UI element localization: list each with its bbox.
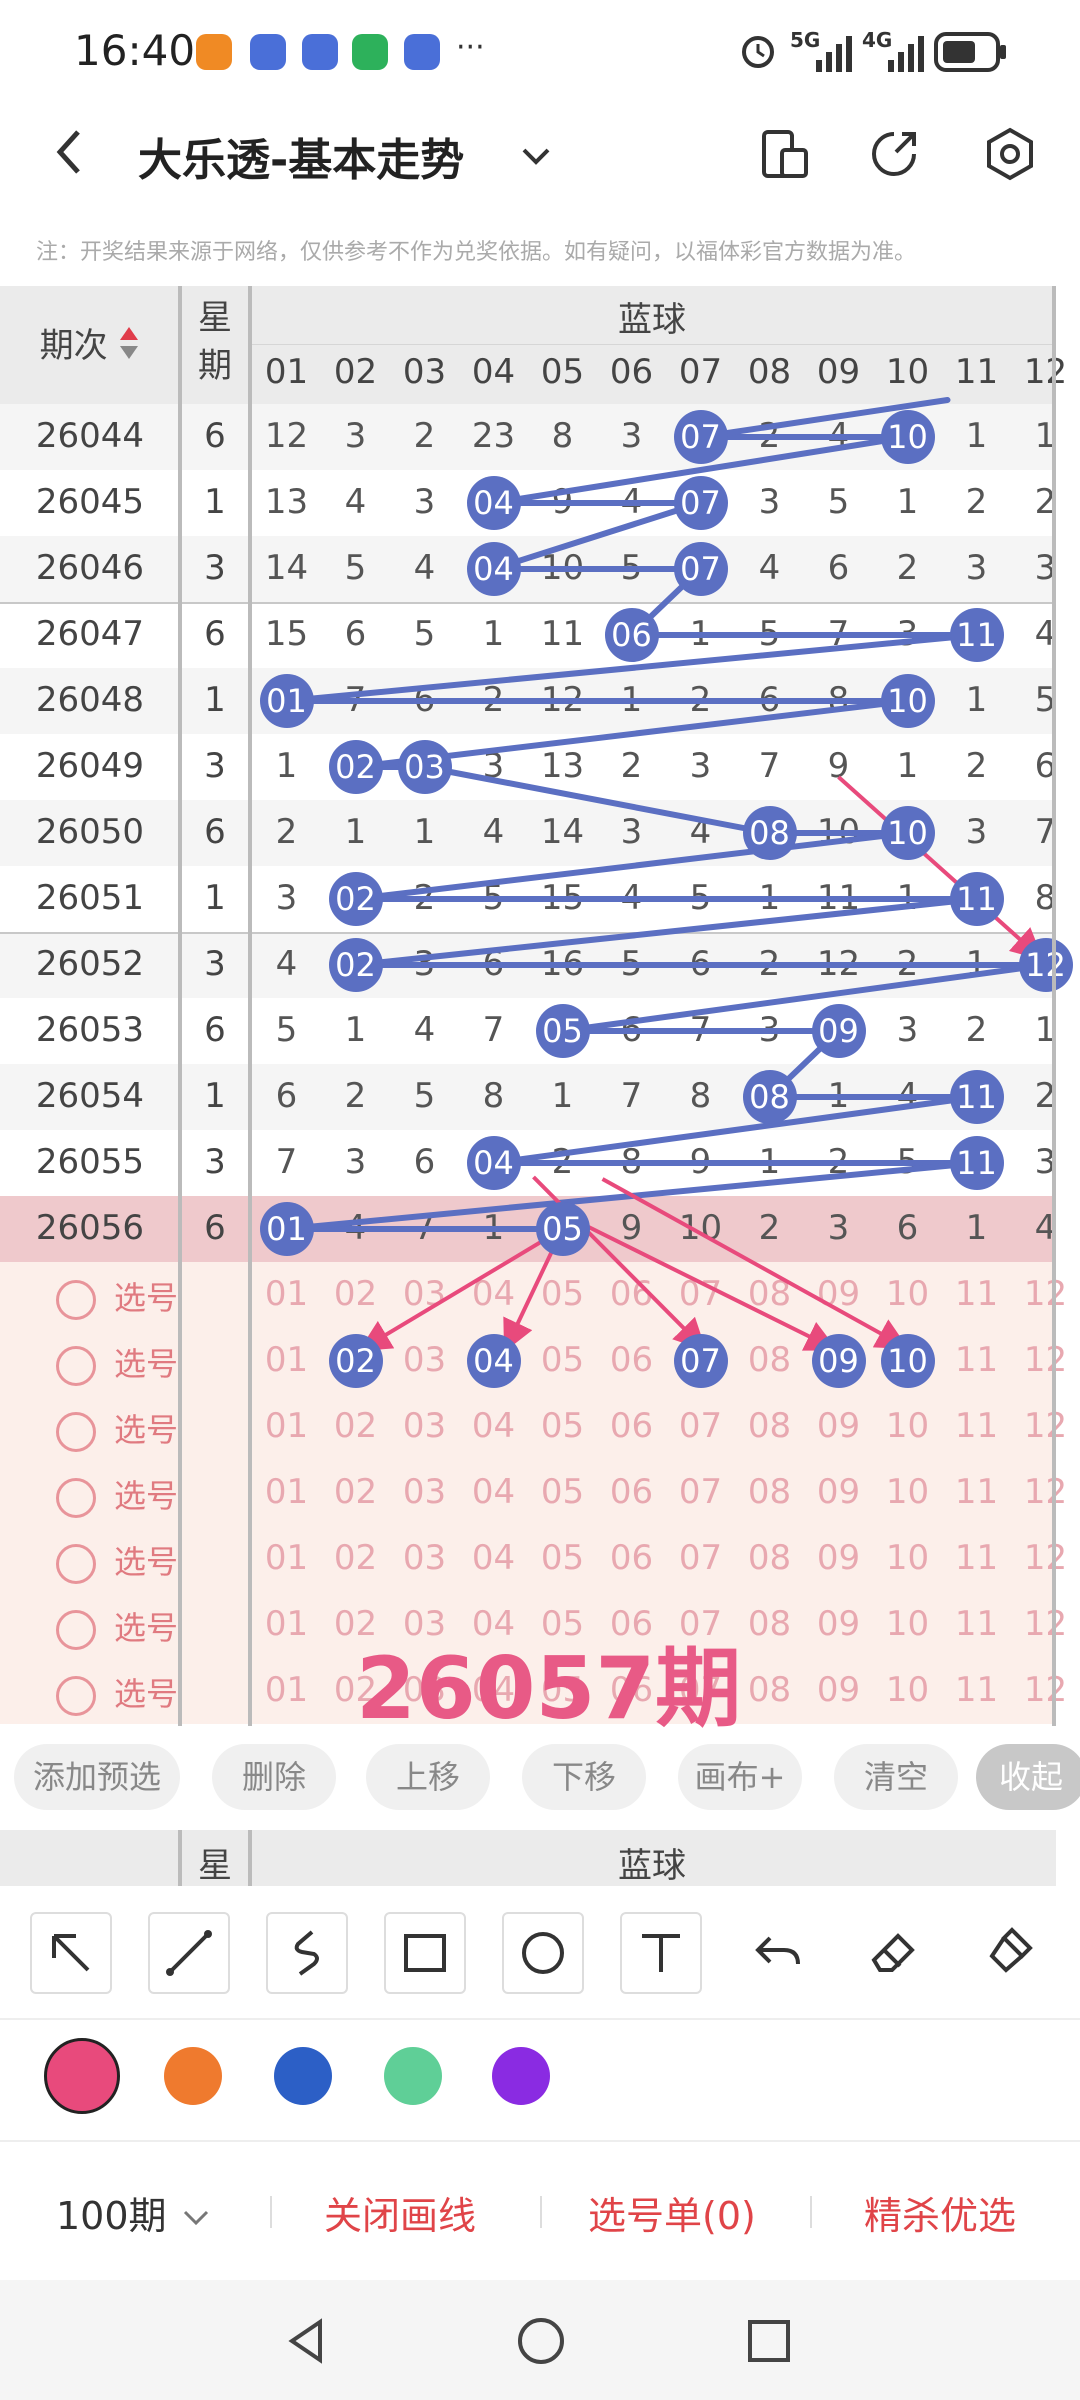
drawn-arrow xyxy=(837,775,1044,961)
drawn-ball: 07 xyxy=(673,476,728,530)
drawn-ball: 04 xyxy=(466,542,521,596)
color-swatch[interactable] xyxy=(492,2047,550,2105)
undo-tool[interactable] xyxy=(740,1912,818,1990)
column-separator xyxy=(1052,286,1056,1726)
drawn-ball: 08 xyxy=(742,806,797,860)
text-tool[interactable] xyxy=(620,1912,702,1994)
column-separator xyxy=(248,1830,252,1886)
nav-back-icon[interactable] xyxy=(280,2314,334,2372)
drawn-ball: 11 xyxy=(949,608,1004,662)
blue-ball-header: 蓝球 xyxy=(618,1846,686,1886)
action-button[interactable]: 清空 xyxy=(834,1744,958,1810)
drawn-ball: 04 xyxy=(466,1136,521,1190)
period-watermark: 26057期 xyxy=(356,1639,742,1739)
close-lines-button[interactable]: 关闭画线 xyxy=(324,2185,476,2240)
action-button[interactable]: 下移 xyxy=(522,1744,646,1810)
drawn-ball: 11 xyxy=(949,1136,1004,1190)
picked-ball[interactable]: 10 xyxy=(880,1334,935,1388)
premium-picks-button[interactable]: 精杀优选 xyxy=(864,2185,1016,2240)
trend-line xyxy=(490,1094,980,1166)
pick-list-button[interactable]: 选号单(0) xyxy=(588,2185,756,2240)
clear-tool[interactable] xyxy=(972,1912,1050,1990)
trend-line xyxy=(421,764,773,836)
drawn-ball: 04 xyxy=(466,476,521,530)
circle-tool[interactable] xyxy=(502,1912,584,1994)
chevron-down-icon xyxy=(179,2197,213,2241)
drawn-ball: 02 xyxy=(328,740,383,794)
line-tool[interactable] xyxy=(148,1912,230,1994)
action-button[interactable]: 上移 xyxy=(366,1744,490,1810)
drawn-ball: 01 xyxy=(259,674,314,728)
color-swatch[interactable] xyxy=(274,2047,332,2105)
action-button[interactable]: 画布+ xyxy=(678,1744,802,1810)
picked-ball[interactable]: 02 xyxy=(328,1334,383,1388)
drawn-ball: 11 xyxy=(949,1070,1004,1124)
nav-recents-icon[interactable] xyxy=(742,2314,796,2372)
drawn-ball: 02 xyxy=(328,938,383,992)
drawn-ball: 03 xyxy=(397,740,452,794)
arrow-tool[interactable] xyxy=(30,1912,112,1994)
trend-line xyxy=(490,500,704,572)
color-swatch[interactable] xyxy=(44,2038,120,2114)
trend-line xyxy=(352,830,911,902)
picked-ball[interactable]: 04 xyxy=(466,1334,521,1388)
period-select-value: 100期 xyxy=(56,2194,167,2238)
color-swatch[interactable] xyxy=(164,2047,222,2105)
drawn-ball: 10 xyxy=(880,410,935,464)
drawn-ball: 08 xyxy=(742,1070,797,1124)
column-separator xyxy=(178,286,182,1726)
drawn-ball: 01 xyxy=(259,1202,314,1256)
action-button[interactable]: 收起 xyxy=(976,1744,1080,1810)
eraser-tool[interactable] xyxy=(854,1912,932,1990)
week-column-header: 星 xyxy=(198,1846,232,1886)
drawn-ball: 10 xyxy=(880,674,935,728)
drawn-ball: 12 xyxy=(1018,938,1073,992)
divider xyxy=(270,2196,272,2228)
drawn-ball: 02 xyxy=(328,872,383,926)
color-swatch[interactable] xyxy=(384,2047,442,2105)
curve-tool[interactable] xyxy=(266,1912,348,1994)
action-button[interactable]: 删除 xyxy=(212,1744,336,1810)
trend-line xyxy=(559,962,1049,1034)
drawn-ball: 07 xyxy=(673,410,728,464)
drawn-ball: 06 xyxy=(604,608,659,662)
drawn-ball: 07 xyxy=(673,542,728,596)
rectangle-tool[interactable] xyxy=(384,1912,466,1994)
picked-ball[interactable]: 07 xyxy=(673,1334,728,1388)
picked-ball[interactable]: 09 xyxy=(811,1334,866,1388)
trend-line xyxy=(352,896,980,968)
column-separator xyxy=(248,286,252,1726)
column-separator xyxy=(178,1830,182,1886)
drawn-ball: 09 xyxy=(811,1004,866,1058)
action-button[interactable]: 添加预选 xyxy=(14,1744,180,1810)
drawn-ball: 10 xyxy=(880,806,935,860)
divider xyxy=(540,2196,542,2228)
drawn-ball: 05 xyxy=(535,1004,590,1058)
drawn-ball: 11 xyxy=(949,872,1004,926)
drawn-ball: 05 xyxy=(535,1202,590,1256)
divider xyxy=(810,2196,812,2228)
nav-home-icon[interactable] xyxy=(514,2314,568,2372)
period-select[interactable]: 100期 xyxy=(56,2185,213,2241)
drawn-arrow xyxy=(601,1177,909,1349)
